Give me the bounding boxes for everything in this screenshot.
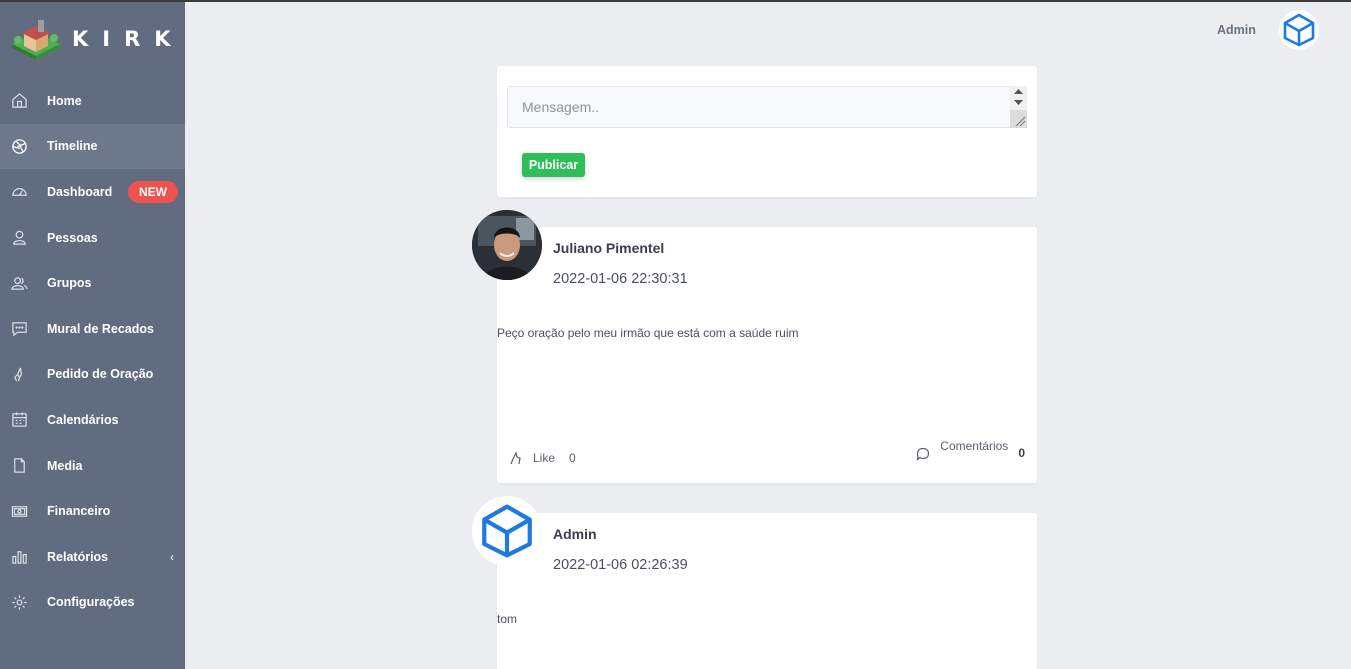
post-timestamp: 2022-01-06 22:30:31 <box>553 271 688 287</box>
post-author[interactable]: Admin <box>553 526 597 542</box>
sidebar-item-media[interactable]: Media <box>0 443 185 489</box>
sidebar-item-dashboard[interactable]: Dashboard NEW <box>0 169 185 215</box>
sidebar-item-label: Pessoas <box>47 230 98 245</box>
cube-icon <box>1283 13 1315 47</box>
sidebar-item-financeiro[interactable]: Financeiro <box>0 488 185 534</box>
sidebar-item-label: Mural de Recados <box>47 321 154 336</box>
sidebar-item-label: Media <box>47 458 83 473</box>
publish-button[interactable]: Publicar <box>522 153 585 177</box>
brand-name: KIRK <box>72 27 185 51</box>
comments-label: Comentários <box>940 439 1009 453</box>
sidebar-item-pedido-de-oracao[interactable]: Pedido de Oração <box>0 352 185 398</box>
sidebar-item-relatorios[interactable]: Relatórios ‹ <box>0 534 185 580</box>
like-hand-icon <box>510 451 521 465</box>
sidebar-nav: Home Timeline Dashboard NEW Pessoas Grup… <box>0 78 185 625</box>
brand[interactable]: KIRK <box>10 16 185 62</box>
like-button[interactable]: Like 0 <box>509 451 576 465</box>
timeline-post: Juliano Pimentel 2022-01-06 22:30:31 Peç… <box>472 210 1037 483</box>
sidebar: KIRK Home Timeline Dashboard NEW Pessoas… <box>0 0 185 669</box>
post-content: Peço oração pelo meu irmão que está com … <box>497 326 799 340</box>
chevron-left-icon: ‹ <box>170 549 174 564</box>
post-timestamp: 2022-01-06 02:26:39 <box>553 557 688 573</box>
users-icon <box>10 274 28 292</box>
sidebar-item-pessoas[interactable]: Pessoas <box>0 215 185 261</box>
sidebar-item-configuracoes[interactable]: Configurações <box>0 580 185 626</box>
message-input[interactable] <box>507 86 1027 128</box>
sidebar-item-label: Relatórios <box>47 549 109 564</box>
post-content: tom <box>497 612 518 626</box>
comments-count: 0 <box>1018 446 1025 460</box>
timeline-post: Admin 2022-01-06 02:26:39 tom <box>472 496 1037 669</box>
author-avatar[interactable] <box>472 496 542 566</box>
sidebar-item-label: Dashboard <box>47 184 113 199</box>
window-top-border <box>0 0 1351 2</box>
aperture-icon <box>10 137 28 155</box>
header-avatar[interactable] <box>1279 10 1319 50</box>
message-icon <box>10 320 28 338</box>
sidebar-item-label: Calendários <box>47 412 119 427</box>
prayer-hands-icon <box>10 365 28 383</box>
sidebar-item-label: Pedido de Oração <box>47 367 154 382</box>
like-label: Like <box>533 451 556 465</box>
comments-button[interactable]: Comentários 0 <box>916 439 1025 461</box>
sidebar-item-label: Financeiro <box>47 504 111 519</box>
sidebar-item-label: Configurações <box>47 595 135 610</box>
comment-icon <box>916 447 930 461</box>
author-avatar[interactable] <box>472 210 542 280</box>
header-user-name[interactable]: Admin <box>1217 23 1256 37</box>
textarea-resize-handle[interactable] <box>1010 86 1027 128</box>
bar-chart-icon <box>10 548 28 566</box>
user-photo <box>472 210 542 280</box>
like-count: 0 <box>569 451 576 465</box>
post-author[interactable]: Juliano Pimentel <box>553 240 664 256</box>
sidebar-item-label: Grupos <box>47 276 92 291</box>
speedometer-icon <box>10 183 28 201</box>
calendar-icon <box>10 411 28 429</box>
user-icon <box>10 229 28 247</box>
sidebar-item-grupos[interactable]: Grupos <box>0 260 185 306</box>
sidebar-item-calendarios[interactable]: Calendários <box>0 397 185 443</box>
new-badge: NEW <box>128 181 178 204</box>
home-icon <box>10 92 28 110</box>
post-composer: Publicar <box>497 66 1037 197</box>
sidebar-item-mural-de-recados[interactable]: Mural de Recados <box>0 306 185 352</box>
sidebar-item-home[interactable]: Home <box>0 78 185 124</box>
sidebar-item-label: Timeline <box>47 139 98 154</box>
brand-logo-icon <box>12 20 60 60</box>
gear-icon <box>10 593 28 611</box>
sidebar-item-timeline[interactable]: Timeline <box>0 123 185 170</box>
file-icon <box>10 457 28 475</box>
money-icon <box>10 502 28 520</box>
cube-icon <box>482 504 532 558</box>
sidebar-item-label: Home <box>47 93 82 108</box>
